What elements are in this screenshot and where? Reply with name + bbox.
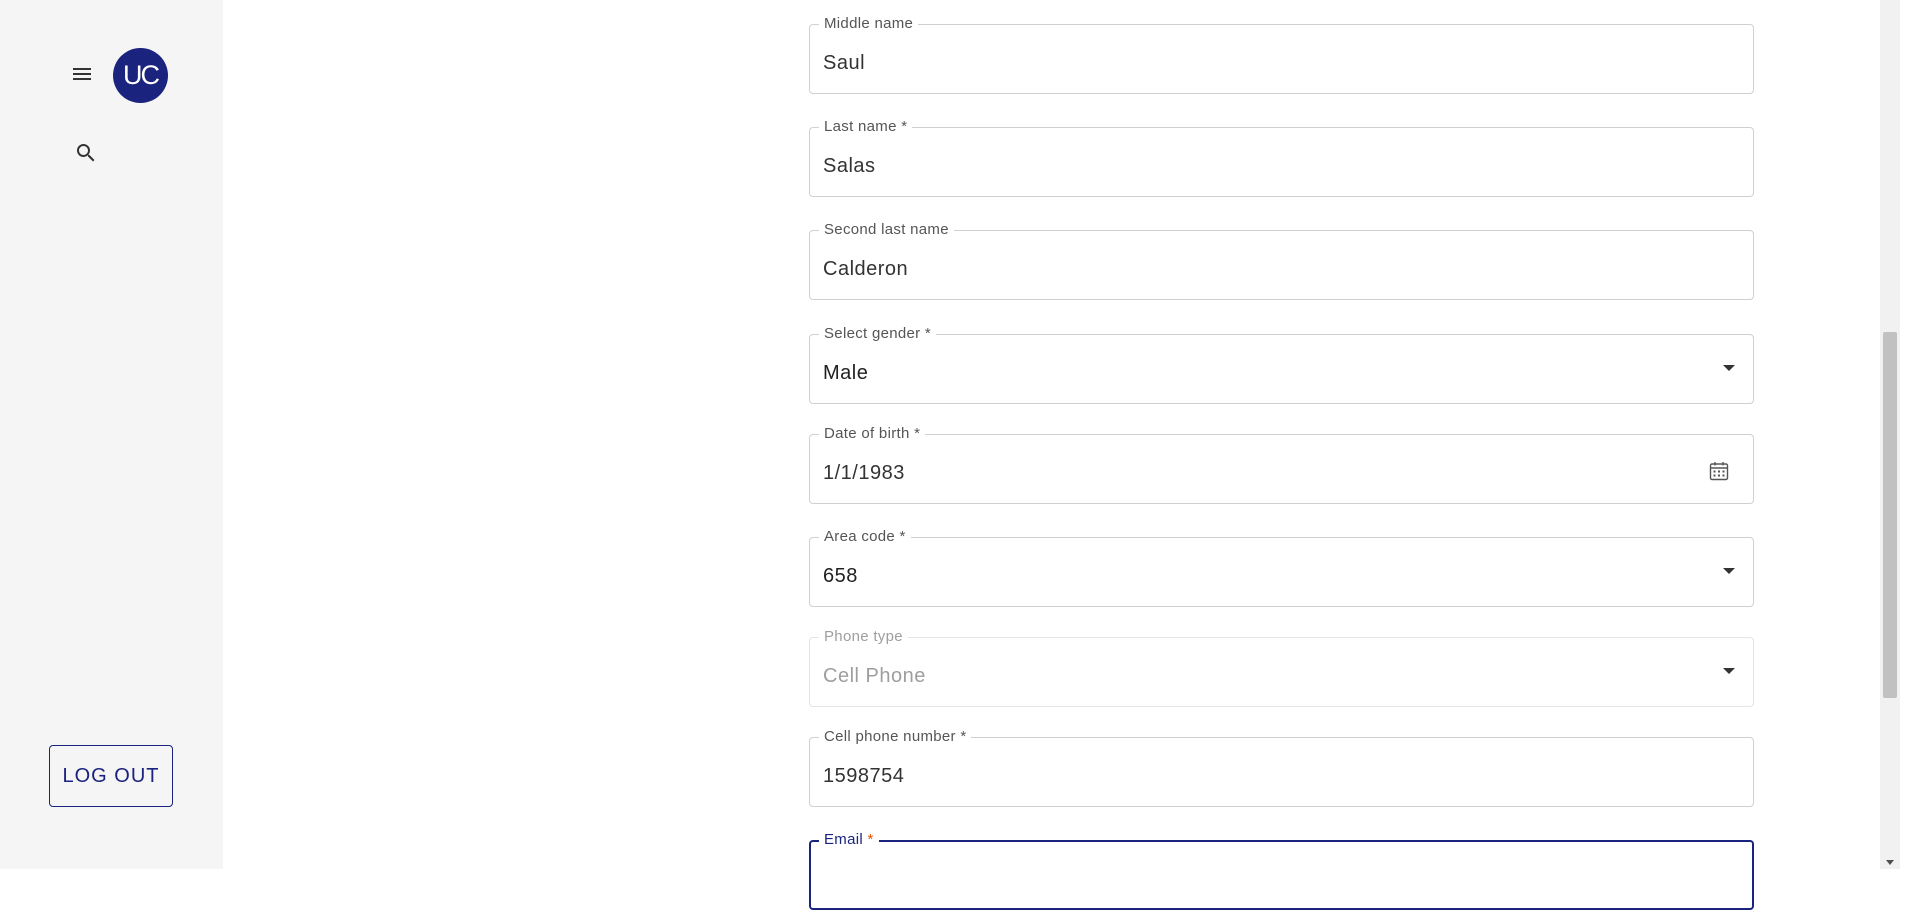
logout-button[interactable]: LOG OUT [49,745,173,807]
chevron-down-icon[interactable] [1723,365,1735,371]
gender-label: Select gender * [819,325,937,343]
chevron-down-icon[interactable] [1723,568,1735,574]
scrollbar[interactable] [1880,0,1900,869]
area-code-select[interactable]: Area code * 658 [809,528,1754,607]
second-last-name-value: Calderon [823,258,909,280]
cell-phone-number-field[interactable]: Cell phone number * 1598754 [809,728,1754,807]
search-icon[interactable] [72,139,100,167]
second-last-name-field[interactable]: Second last name Calderon [809,221,1754,300]
middle-name-field[interactable]: Middle name Saul [809,15,1754,94]
phone-type-label: Phone type [819,628,908,646]
sidebar: UC LOG OUT [0,0,223,869]
calendar-icon[interactable] [1707,459,1731,483]
second-last-name-label: Second last name [819,221,954,239]
email-label-text: Email [824,831,864,848]
required-mark: * [867,831,874,848]
phone-type-value: Cell Phone [823,665,926,687]
last-name-field[interactable]: Last name * Salas [809,118,1754,197]
date-of-birth-value: 1/1/1983 [823,462,905,484]
cell-phone-number-label: Cell phone number * [819,728,972,746]
gender-value: Male [823,362,869,384]
area-code-label: Area code * [819,528,911,546]
menu-icon[interactable] [68,60,96,88]
avatar[interactable]: UC [113,48,168,103]
middle-name-value: Saul [823,52,866,74]
last-name-label: Last name * [819,118,913,136]
date-of-birth-label: Date of birth * [819,425,926,443]
phone-type-select: Phone type Cell Phone [809,628,1754,707]
scrollbar-thumb[interactable] [1883,332,1897,698]
email-label: Email * [819,831,879,849]
email-field[interactable]: Email * [809,831,1754,910]
cell-phone-number-value: 1598754 [823,765,905,787]
last-name-value: Salas [823,155,876,177]
gender-select[interactable]: Select gender * Male [809,325,1754,404]
middle-name-label: Middle name [819,15,919,33]
area-code-value: 658 [823,565,858,587]
main-content: Middle name Saul Last name * Salas Secon… [223,0,1900,910]
chevron-down-icon [1723,668,1735,674]
date-of-birth-field[interactable]: Date of birth * 1/1/1983 [809,425,1754,504]
scroll-down-arrow-icon[interactable] [1886,860,1894,865]
